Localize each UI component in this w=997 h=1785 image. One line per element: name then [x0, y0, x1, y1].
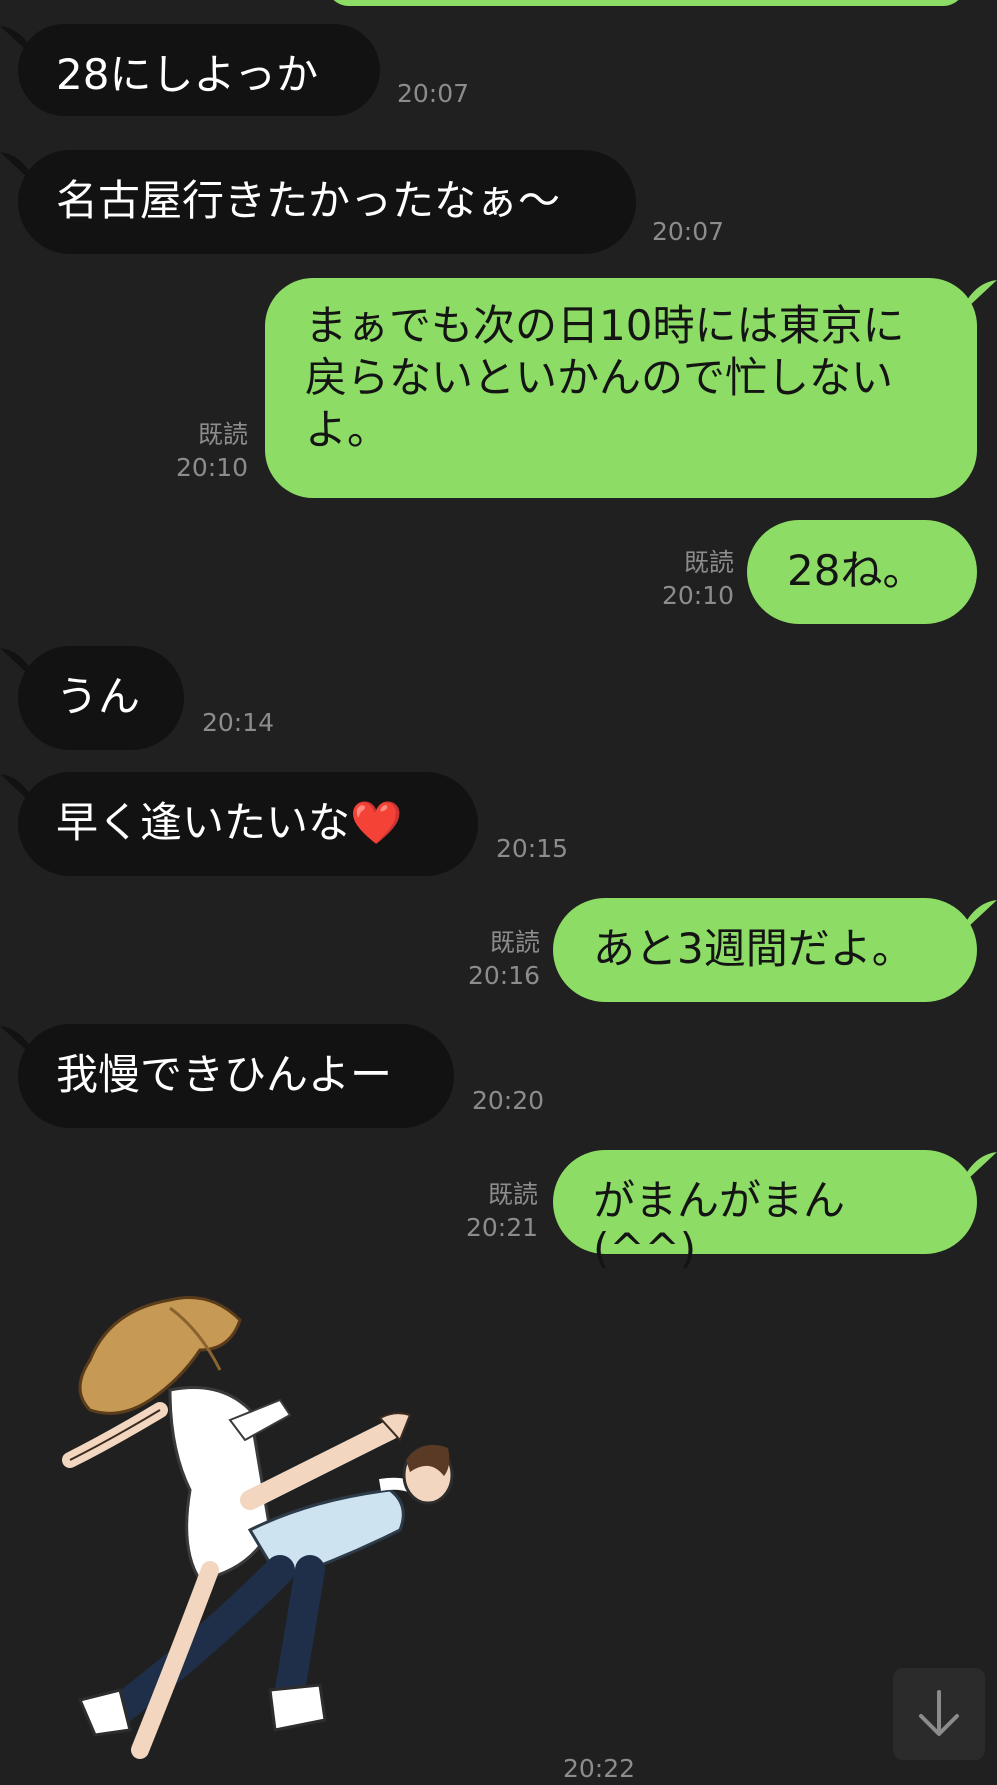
- scroll-to-bottom-button[interactable]: [893, 1668, 985, 1760]
- incoming-message-bubble[interactable]: うん: [18, 646, 184, 750]
- read-receipt: 既読: [487, 1180, 538, 1209]
- message-time: 20:14: [202, 708, 275, 737]
- outgoing-message-bubble[interactable]: まぁでも次の日10時には東京に 戻らないといかんので忙しない よ。: [265, 278, 977, 498]
- message-time: 20:20: [472, 1086, 545, 1115]
- message-time: 20:21: [465, 1213, 538, 1242]
- message-time: 20:10: [661, 581, 734, 610]
- incoming-message-bubble[interactable]: 28にしよっか: [18, 24, 380, 116]
- outgoing-message-bubble[interactable]: あと3週間だよ。: [553, 898, 977, 1002]
- read-receipt: 既読: [683, 548, 734, 577]
- incoming-message-bubble[interactable]: 我慢できひんよー: [18, 1024, 454, 1128]
- incoming-message-bubble[interactable]: 早く逢いたいな❤️: [18, 772, 478, 876]
- message-time: 20:07: [397, 79, 470, 108]
- message-time: 20:15: [496, 834, 569, 863]
- message-time: 20:10: [175, 453, 248, 482]
- partial-outgoing-bubble[interactable]: [326, 0, 966, 6]
- read-receipt: 既読: [197, 420, 248, 449]
- arrow-down-icon: [919, 1690, 959, 1736]
- chat-view: 28にしよっか 20:07 名古屋行きたかったなぁ〜 20:07 まぁでも次の日…: [0, 0, 997, 1783]
- message-time: 20:22: [563, 1754, 636, 1783]
- read-receipt: 既読: [489, 928, 540, 957]
- couple-running-sticker[interactable]: [50, 1290, 520, 1768]
- outgoing-message-bubble[interactable]: がまんがまん(^^): [553, 1150, 977, 1273]
- message-time: 20:16: [467, 961, 540, 990]
- outgoing-message-bubble[interactable]: 28ね。: [747, 520, 977, 624]
- message-time: 20:07: [652, 217, 725, 246]
- incoming-message-bubble[interactable]: 名古屋行きたかったなぁ〜: [18, 150, 636, 254]
